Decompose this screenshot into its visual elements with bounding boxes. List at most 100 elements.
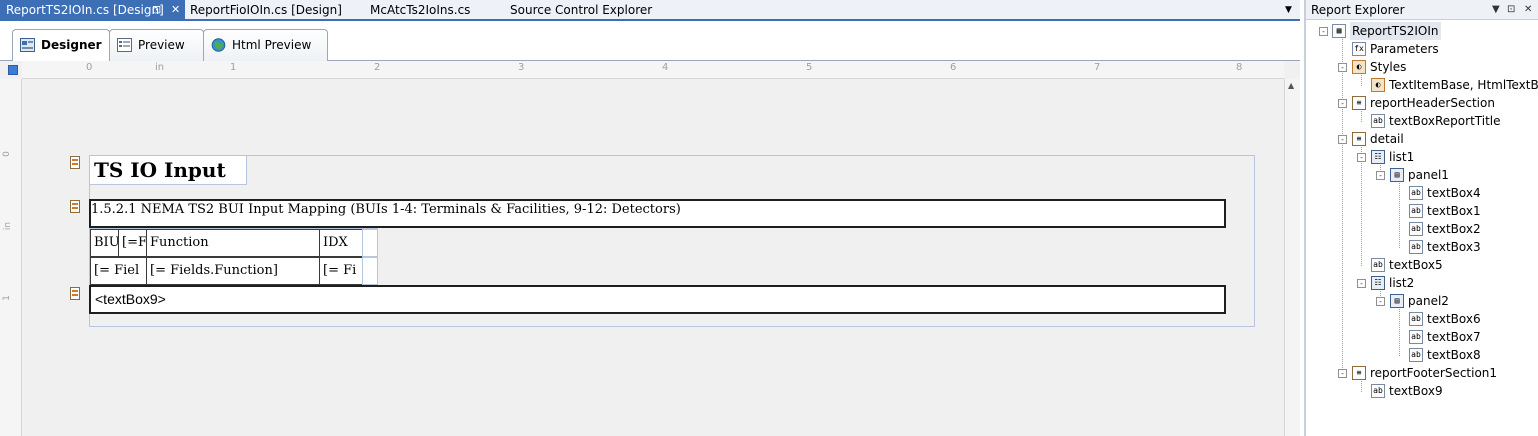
tab-preview-label: Preview [138, 38, 185, 52]
tree-node-label: list1 [1389, 150, 1415, 164]
ruler-label: in [155, 62, 165, 73]
ruler-label: 5 [806, 62, 813, 73]
textbox-icon: ab [1409, 312, 1423, 326]
pin-icon[interactable]: ⊡ [1507, 0, 1515, 20]
designer-icon [20, 38, 35, 52]
row-cell-empty[interactable] [362, 257, 378, 285]
doc-tab-report-ts2ioin[interactable]: ReportTS2IOIn.cs [Design] ⊡ ✕ [0, 0, 185, 20]
horizontal-ruler: 0 in 1 2 3 4 5 6 7 8 [22, 61, 1284, 79]
tree-node-label: list2 [1389, 276, 1415, 290]
textbox-icon: ab [1371, 114, 1385, 128]
header-cell-biu[interactable]: BIU [90, 229, 119, 257]
textbox-icon: ab [1371, 258, 1385, 272]
tree-expander[interactable]: - [1338, 369, 1347, 378]
ruler-label: 2 [374, 62, 381, 73]
row-cell-idx[interactable]: [= Fi [319, 257, 363, 285]
ruler-label: 0 [86, 62, 93, 73]
report-explorer-title: Report Explorer [1311, 3, 1405, 17]
panel-menu-icon[interactable]: ▼ [1492, 0, 1500, 20]
tab-preview[interactable]: Preview [109, 29, 204, 61]
list-icon: ☷ [1371, 276, 1385, 290]
tab-designer[interactable]: Designer [12, 29, 110, 62]
tree-node-label: textBox7 [1427, 330, 1481, 344]
textbox-report-title[interactable]: TS IO Input [89, 155, 247, 185]
doc-tab-report-fioioin[interactable]: ReportFioIOIn.cs [Design] [190, 0, 342, 20]
tree-node-label: textBox1 [1427, 204, 1481, 218]
tree-guide [1361, 72, 1362, 86]
section-icon: ≡ [1352, 366, 1366, 380]
ruler-label: in [3, 221, 14, 231]
ruler-label: 1 [230, 62, 237, 73]
row-cell-biu[interactable]: [= Fiel [90, 257, 147, 285]
textbox-icon: ab [1409, 222, 1423, 236]
section-icon: ≡ [1352, 132, 1366, 146]
tree-node-label: textBox6 [1427, 312, 1481, 326]
tree-expander[interactable]: - [1357, 153, 1366, 162]
tab-designer-label: Designer [41, 38, 102, 52]
tree-guide [1361, 108, 1362, 122]
header-cell-function[interactable]: Function [146, 229, 320, 257]
report-explorer-header: Report Explorer ▼ ⊡ ✕ [1306, 0, 1538, 20]
textbox-icon: ab [1409, 330, 1423, 344]
tree-expander[interactable]: - [1338, 135, 1347, 144]
tree-guide [1361, 144, 1362, 266]
section-marker-icon[interactable] [70, 287, 80, 300]
report-tree[interactable]: - ▦ ReportTS2IOIn fx Parameters - ◐ Styl… [1306, 22, 1538, 436]
section-icon: ≡ [1352, 96, 1366, 110]
document-tab-strip: ReportTS2IOIn.cs [Design] ⊡ ✕ ReportFioI… [0, 0, 1300, 21]
tree-node-label: ReportTS2IOIn [1350, 22, 1441, 40]
pin-icon[interactable]: ⊡ [152, 0, 161, 20]
close-icon[interactable]: ✕ [171, 0, 180, 20]
close-icon[interactable]: ✕ [1524, 0, 1532, 20]
vertical-scrollbar[interactable]: ▲ [1284, 79, 1300, 436]
tree-node-label: panel2 [1408, 294, 1449, 308]
tree-node-label: Styles [1370, 60, 1407, 74]
textbox-icon: ab [1371, 384, 1385, 398]
tree-node-label: textBox3 [1427, 240, 1481, 254]
tree-expander[interactable]: - [1376, 297, 1385, 306]
tree-expander[interactable]: - [1319, 27, 1328, 36]
section-marker-icon[interactable] [70, 200, 80, 213]
tree-expander[interactable]: - [1376, 171, 1385, 180]
ruler-label: 3 [518, 62, 525, 73]
tree-node-label: reportFooterSection1 [1370, 366, 1498, 380]
tree-node-label: textBox4 [1427, 186, 1481, 200]
tab-html-preview[interactable]: Html Preview [203, 29, 328, 61]
tab-list-dropdown-icon[interactable]: ▼ [1285, 0, 1292, 20]
tree-guide [1361, 378, 1362, 392]
textbox-9[interactable]: <textBox9> [89, 285, 1226, 314]
textbox-section-heading[interactable]: 1.5.2.1 NEMA TS2 BUI Input Mapping (BUIs… [89, 199, 1226, 228]
globe-icon [211, 38, 226, 52]
tree-expander[interactable]: - [1338, 63, 1347, 72]
header-cell-empty[interactable] [362, 229, 378, 257]
ruler-label: 8 [1236, 62, 1243, 73]
list-icon: ☷ [1371, 150, 1385, 164]
header-cell-expression[interactable]: [=F [118, 229, 147, 257]
textbox-icon: ab [1409, 348, 1423, 362]
report-explorer-panel: Report Explorer ▼ ⊡ ✕ - ▦ ReportTS2IOIn … [1304, 0, 1538, 436]
doc-tab-source-control-explorer[interactable]: Source Control Explorer [510, 0, 652, 20]
scroll-up-icon[interactable]: ▲ [1288, 81, 1294, 90]
header-cell-idx[interactable]: IDX [319, 229, 363, 257]
designer-view-tabs: Designer Preview Html Preview [0, 23, 1300, 62]
vertical-ruler: 0 in 1 [0, 79, 22, 436]
doc-tab-mcatcts2ioins[interactable]: McAtcTs2IoIns.cs [370, 0, 470, 20]
list1-table[interactable]: BIU [=F Function IDX [= Fiel [= Fields.F… [89, 228, 378, 286]
ruler-label: 0 [1, 151, 12, 157]
row-cell-function[interactable]: [= Fields.Function] [146, 257, 320, 285]
tree-expander[interactable]: - [1338, 99, 1347, 108]
tree-node-label: TextItemBase, HtmlTextBox [1389, 78, 1538, 92]
tree-node-label: textBox2 [1427, 222, 1481, 236]
tree-node-label: textBox5 [1389, 258, 1443, 272]
panel-icon: ▤ [1390, 294, 1404, 308]
ruler-corner-handle[interactable] [8, 65, 18, 75]
tree-expander[interactable]: - [1357, 279, 1366, 288]
tree-guide [1399, 180, 1400, 248]
design-surface[interactable]: 0 in 1 2 3 4 5 6 7 8 0 in 1 ▲ TS IO Inpu… [0, 61, 1300, 436]
textbox-icon: ab [1409, 186, 1423, 200]
tab-html-preview-label: Html Preview [232, 38, 312, 52]
tree-node-label: panel1 [1408, 168, 1449, 182]
section-marker-icon[interactable] [70, 156, 80, 169]
preview-icon [117, 38, 132, 52]
textbox-icon: ab [1409, 240, 1423, 254]
